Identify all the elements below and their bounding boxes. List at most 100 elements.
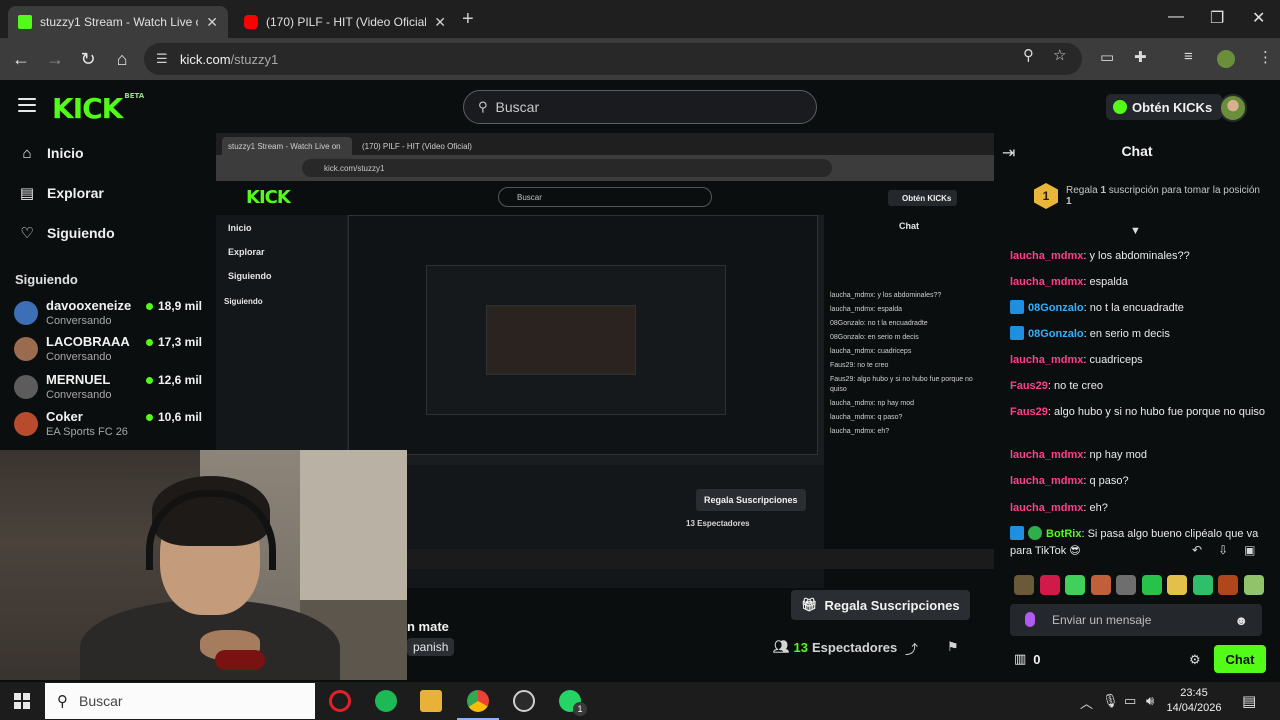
gift-subscriptions-button[interactable]: 🎁︎ Regala Suscripciones [791,590,970,620]
emoji-picker-icon[interactable]: ☻ [1234,613,1248,628]
forward-icon[interactable]: → [43,47,67,71]
pin-icon[interactable]: ⇩ [1218,543,1244,557]
followed-channel[interactable]: davooxeneize Conversando 18,9 mil [14,298,204,332]
close-tab-icon[interactable]: ✕ [206,14,218,31]
tray-overflow-icon[interactable]: ︿ [1080,693,1093,712]
microphone-icon[interactable]: 🎙︎ [1102,693,1119,709]
channel-avatar [14,301,38,325]
captured-address-bar: kick.com/stuzzy1 [302,159,832,177]
share-icon[interactable]: ⤴ [905,639,918,658]
emote-icon[interactable] [1218,575,1238,595]
chat-message[interactable]: 08Gonzalo: en serio m decis [1010,326,1272,343]
taskbar-search-input[interactable]: ⚲ Buscar [45,683,315,719]
delete-icon[interactable]: ▣ [1244,543,1271,557]
emote-icon[interactable] [1014,575,1034,595]
captured-tab: (170) PILF - HIT (Video Oficial) [362,141,472,151]
emote-icon[interactable] [1090,575,1111,595]
followed-channel[interactable]: MERNUEL Conversando 12,6 mil [14,372,204,406]
chat-message[interactable]: laucha_mdmx: y los abdominales?? [1010,248,1272,265]
close-tab-icon[interactable]: ✕ [434,14,446,31]
emote-icon[interactable] [1039,575,1060,595]
pinned-messages-icon[interactable]: ▼ [1130,225,1141,237]
sidebar-item-explorar[interactable]: ▤ Explorar [18,182,104,204]
bookmark-star-icon[interactable]: ☆ [1053,46,1066,64]
tab-kick-stream[interactable]: stuzzy1 Stream - Watch Live on ✕ [8,6,228,38]
chat-username[interactable]: laucha_mdmx [1010,250,1083,262]
close-window-icon[interactable]: ✕ [1252,8,1265,28]
reply-icon[interactable]: ↶ [1192,543,1218,557]
chat-message[interactable]: laucha_mdmx: eh? [1010,500,1272,517]
chrome-icon[interactable] [457,690,499,720]
chat-username[interactable]: laucha_mdmx [1010,449,1083,461]
chat-message[interactable]: Faus29: no te creo [1010,378,1272,395]
minimize-icon[interactable]: — [1168,8,1184,26]
volume-icon[interactable]: 🔊︎ [1146,693,1154,709]
obs-icon[interactable] [513,690,535,712]
emote-icon[interactable] [1192,575,1213,595]
emote-icon[interactable] [1243,575,1264,595]
emote-icon[interactable] [1141,575,1162,595]
chat-settings-icon[interactable]: ⚙ [1189,652,1201,668]
chat-username[interactable]: 08Gonzalo [1028,328,1084,340]
emote-icon[interactable] [1167,575,1187,595]
chat-username[interactable]: BotRix [1046,528,1081,540]
chat-message[interactable]: laucha_mdmx: q paso? [1010,473,1272,490]
chat-username[interactable]: laucha_mdmx [1010,502,1083,514]
cast-icon[interactable]: ▭ [1100,48,1114,66]
profile-avatar-icon[interactable] [1217,50,1235,68]
emote-icon[interactable] [1065,575,1085,595]
followed-channel[interactable]: LACOBRAAA Conversando 17,3 mil [14,334,204,368]
chat-username[interactable]: Faus29 [1010,406,1048,418]
sub-banner-text: Regala [1066,185,1101,196]
webcam-door [300,450,407,600]
browser-menu-icon[interactable]: ⋮ [1258,48,1273,66]
get-kicks-button[interactable]: Obtén KICKs [1106,94,1223,120]
new-tab-icon[interactable]: + [462,8,474,31]
chat-message-input[interactable]: Enviar un mensaje ☻ [1010,604,1262,636]
maximize-icon[interactable]: ❐ [1210,8,1224,28]
sub-leaderboard-banner[interactable]: 1 Regala 1 suscripción para tomar la pos… [1034,183,1264,209]
extensions-icon[interactable]: ✚ [1134,48,1147,66]
reload-icon[interactable]: ↻ [76,47,100,71]
sidebar-item-siguiendo[interactable]: ♡ Siguiendo [18,222,114,244]
chat-message[interactable]: 08Gonzalo: no t la encuadradte [1010,300,1272,317]
report-icon[interactable]: ⚑ [947,639,959,655]
zoom-icon[interactable]: ⚲ [1023,46,1034,64]
chat-username[interactable]: Faus29 [1010,380,1048,392]
network-icon[interactable]: ▭ [1124,693,1136,709]
kick-logo[interactable]: KICK BETA [52,92,144,125]
notifications-icon[interactable]: ▤ [1242,692,1256,710]
file-explorer-icon[interactable] [420,690,442,712]
emote-icon[interactable] [1116,575,1136,595]
whatsapp-icon[interactable]: 1 [559,690,587,716]
menu-hamburger-icon[interactable] [18,98,36,114]
clock-time: 23:45 [1180,687,1208,699]
chat-message[interactable]: Faus29: algo hubo y si no hubo fue porqu… [1010,404,1272,421]
chat-username[interactable]: laucha_mdmx [1010,475,1083,487]
address-bar[interactable]: ☰ kick.com/stuzzy1 [144,43,1082,75]
user-avatar[interactable] [1219,94,1247,122]
mic-icon[interactable] [1025,612,1035,627]
viewer-count: 12,6 mil [145,373,202,387]
spotify-icon[interactable] [375,690,397,712]
opera-icon[interactable] [329,690,351,712]
send-chat-button[interactable]: Chat [1214,645,1266,673]
chat-username[interactable]: laucha_mdmx [1010,276,1083,288]
windows-start-icon[interactable] [14,693,30,709]
media-controls-icon[interactable]: ≡ [1184,48,1193,65]
chat-message[interactable]: laucha_mdmx: espalda [1010,274,1272,291]
channel-points[interactable]: ▥ 0 [1014,651,1041,667]
sidebar-item-inicio[interactable]: ⌂ Inicio [18,142,83,164]
followed-channel[interactable]: Coker EA Sports FC 26 10,6 mil [14,409,204,443]
chat-message[interactable]: laucha_mdmx: np hay mod [1010,447,1272,464]
site-info-icon[interactable]: ☰ [156,51,168,67]
chat-username[interactable]: 08Gonzalo [1028,302,1084,314]
language-tag[interactable]: panish [407,638,455,656]
chat-username[interactable]: laucha_mdmx [1010,354,1083,366]
chat-message[interactable]: laucha_mdmx: cuadriceps [1010,352,1272,369]
tab-youtube-video[interactable]: (170) PILF - HIT (Video Oficial) - ✕ [234,6,456,38]
back-icon[interactable]: ← [9,47,33,71]
search-input[interactable]: ⚲ Buscar [463,90,817,124]
system-clock[interactable]: 23:45 14/04/2026 [1166,686,1222,716]
home-icon[interactable]: ⌂ [110,47,134,71]
